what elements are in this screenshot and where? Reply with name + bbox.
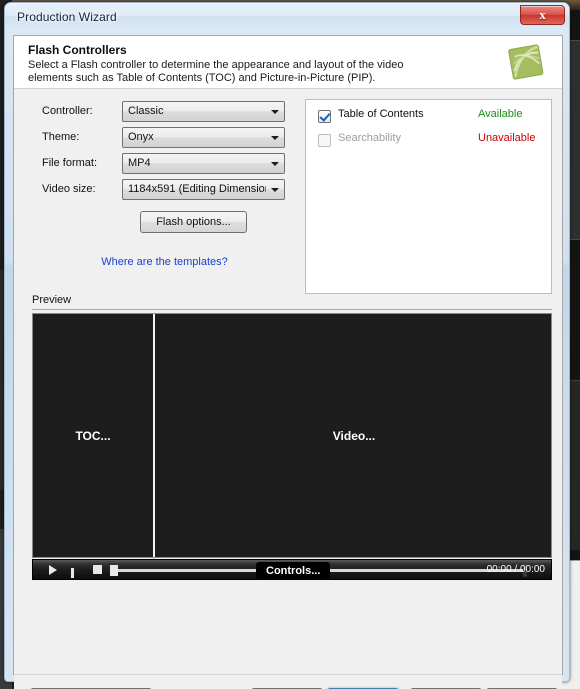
preview-section-label: Preview: [32, 294, 72, 306]
table-of-contents-checkbox[interactable]: [318, 110, 331, 123]
controller-value: Classic: [128, 105, 164, 117]
preview-divider: [32, 309, 552, 310]
form-row-theme: Theme: Onyx: [32, 127, 292, 153]
page-description: Select a Flash controller to determine t…: [28, 59, 404, 84]
time-display: 00:00 / 00:00: [486, 564, 545, 575]
preview-player-bar: Controls... 00:00 / 00:00: [32, 559, 552, 580]
camtasia-logo-icon: [508, 44, 544, 80]
controls-overlay-label[interactable]: Controls...: [256, 562, 331, 579]
features-panel: Table of Contents Available Searchabilit…: [305, 99, 552, 294]
where-are-templates-link[interactable]: Where are the templates?: [32, 256, 297, 268]
theme-dropdown[interactable]: Onyx: [122, 127, 285, 148]
preview-video-pane[interactable]: Video...: [157, 314, 551, 557]
video-size-label: Video size:: [42, 183, 96, 195]
video-size-value: 1184x591 (Editing Dimensions): [128, 183, 281, 195]
play-icon[interactable]: [49, 565, 57, 575]
searchability-status: Unavailable: [478, 132, 536, 144]
theme-label: Theme:: [42, 131, 80, 143]
preview-toc-label: TOC...: [75, 428, 111, 443]
page-title: Flash Controllers: [28, 43, 127, 57]
controller-dropdown[interactable]: Classic: [122, 101, 285, 122]
searchability-label: Searchability: [338, 132, 401, 144]
dialog-client-area: Flash Controllers Select a Flash control…: [13, 35, 563, 689]
form-row-controller: Controller: Classic: [32, 101, 292, 127]
window-title: Production Wizard: [17, 10, 117, 24]
table-of-contents-label: Table of Contents: [338, 108, 424, 120]
form-row-video-size: Video size: 1184x591 (Editing Dimensions…: [32, 179, 292, 205]
chevron-down-icon[interactable]: [266, 128, 284, 147]
feature-row-searchability: Searchability Unavailable: [306, 130, 551, 154]
preview-video-label: Video...: [332, 428, 376, 443]
file-format-value: MP4: [128, 157, 151, 169]
feature-row-table-of-contents: Table of Contents Available: [306, 106, 551, 130]
preview-stage: TOC... Video...: [32, 313, 552, 558]
close-icon[interactable]: x: [520, 5, 565, 25]
settings-form: Controller: Classic Theme: Onyx File for…: [32, 101, 292, 268]
close-icon-glyph: x: [539, 7, 546, 22]
dialog-footer: Preview < Back Next > Cancel Help: [14, 674, 562, 689]
seek-bar-handle[interactable]: [110, 565, 118, 576]
form-row-file-format: File format: MP4: [32, 153, 292, 179]
wizard-header: Flash Controllers Select a Flash control…: [14, 36, 562, 89]
pause-icon[interactable]: [71, 565, 80, 578]
file-format-label: File format:: [42, 157, 98, 169]
preview-toc-pane[interactable]: TOC...: [33, 314, 155, 557]
wizard-body: Controller: Classic Theme: Onyx File for…: [14, 89, 562, 674]
controller-label: Controller:: [42, 105, 93, 117]
video-size-dropdown[interactable]: 1184x591 (Editing Dimensions): [122, 179, 285, 200]
flash-options-button[interactable]: Flash options...: [140, 211, 247, 233]
stop-icon[interactable]: [93, 565, 102, 574]
table-of-contents-status: Available: [478, 108, 523, 120]
chevron-down-icon[interactable]: [266, 154, 284, 173]
production-wizard-dialog: Production Wizard x Flash Controllers Se…: [4, 2, 570, 689]
title-bar: Production Wizard x: [5, 3, 569, 31]
theme-value: Onyx: [128, 131, 154, 143]
file-format-dropdown[interactable]: MP4: [122, 153, 285, 174]
searchability-checkbox: [318, 134, 331, 147]
chevron-down-icon[interactable]: [266, 180, 284, 199]
chevron-down-icon[interactable]: [266, 102, 284, 121]
